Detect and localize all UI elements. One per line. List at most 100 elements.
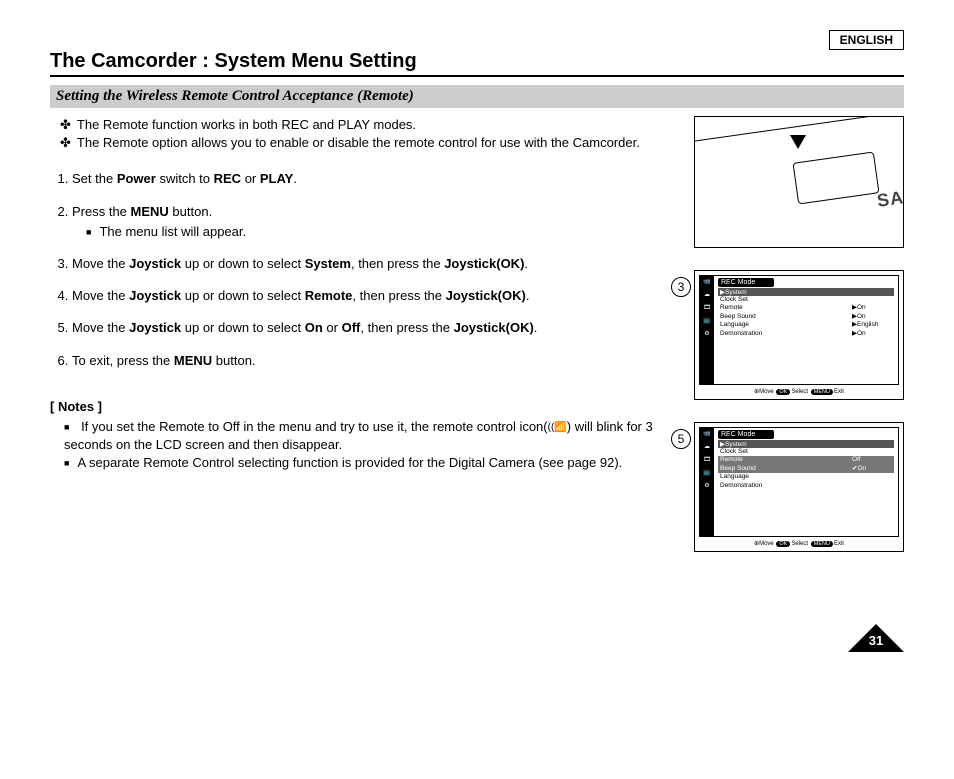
menu-icon-column: 📹 ☁ 🎞 📺 ⚙ [700, 428, 714, 536]
menu-content: REC Mode ▶System Clock Set Remote ▶On Bee… [714, 276, 898, 384]
intro-item: The Remote function works in both REC an… [60, 116, 674, 134]
gear-icon: ⚙ [704, 330, 709, 337]
menu-item: Demonstration ▶On [718, 330, 894, 338]
note-item: If you set the Remote to Off in the menu… [64, 418, 674, 454]
footer-exit: Exit [834, 541, 844, 547]
bold: System [305, 256, 351, 271]
section-title: Setting the Wireless Remote Control Acce… [50, 85, 904, 108]
menu-item: Clock Set [718, 296, 894, 304]
menu-value: ▶On [852, 330, 892, 338]
menu-label: Demonstration [720, 482, 762, 490]
step-5: Move the Joystick up or down to select O… [72, 319, 674, 337]
menu-label: Clock Set [720, 296, 748, 304]
footer-exit: Exit [834, 389, 844, 395]
menu-label: Beep Sound [720, 313, 756, 321]
text: Set the [72, 171, 117, 186]
menu-icon-column: 📹 ☁ 🎞 📺 ⚙ [700, 276, 714, 384]
text: , then press the [360, 320, 453, 335]
menu-label: Remote [720, 456, 743, 464]
text: up or down to select [181, 288, 305, 303]
text: Move the [72, 320, 129, 335]
film-icon: 🎞 [703, 304, 711, 311]
tv-icon: 📺 [703, 317, 710, 324]
step-4: Move the Joystick up or down to select R… [72, 287, 674, 305]
film-icon: 🎞 [703, 456, 711, 463]
bold: Off [342, 320, 361, 335]
menu-value: Off [852, 456, 892, 464]
step-3: Move the Joystick up or down to select S… [72, 255, 674, 273]
title-rule [50, 75, 904, 77]
menu-item-highlight: Remote Off [718, 456, 894, 464]
menu-selected-category: ▶System [718, 440, 894, 448]
menu-item: Language ▶English [718, 321, 894, 329]
menu-item: Demonstration [718, 482, 894, 490]
figures-column: 1 SAMS 3 📹 ☁ 🎞 📺 ⚙ REC Mode ▶System [694, 116, 904, 574]
menu-footer: ⊕Move OKSelect MENUExit [699, 385, 899, 395]
step-2: Press the MENU button. The menu list wil… [72, 203, 674, 241]
main-text-column: The Remote function works in both REC an… [50, 116, 674, 574]
bold: Joystick [129, 256, 181, 271]
bold: Remote [305, 288, 353, 303]
language-badge: ENGLISH [829, 30, 904, 50]
step-1: Set the Power switch to REC or PLAY. [72, 170, 674, 188]
menu-title: REC Mode [718, 278, 774, 287]
page-number-badge: 31 [848, 624, 904, 652]
footer-select: Select [791, 541, 808, 547]
bold: Joystick [129, 288, 181, 303]
step-6: To exit, press the MENU button. [72, 352, 674, 370]
text: or [323, 320, 342, 335]
footer-select: Select [791, 389, 808, 395]
text: up or down to select [181, 256, 305, 271]
notes-heading: [ Notes ] [50, 398, 674, 416]
menu-item-highlight: Beep Sound✔On [718, 465, 894, 473]
arrow-down-icon [790, 135, 806, 149]
figure-camcorder: 1 SAMS [694, 116, 904, 248]
bold: REC [214, 171, 241, 186]
step-badge-3: 3 [671, 277, 691, 297]
text: If you set the Remote to Off in the menu… [81, 419, 548, 434]
tv-icon: 📺 [703, 469, 710, 476]
steps-list: Set the Power switch to REC or PLAY. Pre… [50, 170, 674, 369]
menu-value: ▶On [852, 304, 892, 312]
menu-label: Language [720, 321, 749, 329]
bold: Power [117, 171, 156, 186]
menu-item: Language [718, 473, 894, 481]
text: Move the [72, 256, 129, 271]
substep: The menu list will appear. [86, 223, 674, 241]
ok-pill: OK [776, 389, 790, 395]
menu-value [852, 473, 892, 481]
text: . [534, 320, 538, 335]
menu-label: Clock Set [720, 448, 748, 456]
bold: On [305, 320, 323, 335]
menu-selected-category: ▶System [718, 288, 894, 296]
intro-list: The Remote function works in both REC an… [50, 116, 674, 152]
camera-icon: 📹 [703, 278, 710, 285]
text: To exit, press the [72, 353, 174, 368]
bold: PLAY [260, 171, 293, 186]
figure-menu-step5: 5 📹 ☁ 🎞 📺 ⚙ REC Mode ▶System Clock Set R… [694, 422, 904, 552]
intro-item: The Remote option allows you to enable o… [60, 134, 674, 152]
footer-move: Move [759, 541, 774, 547]
text: . [524, 256, 528, 271]
menu-footer: ⊕Move OKSelect MENUExit [699, 537, 899, 547]
text: Move the [72, 288, 129, 303]
figure-menu-step3: 3 📹 ☁ 🎞 📺 ⚙ REC Mode ▶System Clock Set R… [694, 270, 904, 400]
text: . [293, 171, 297, 186]
text: up or down to select [181, 320, 305, 335]
ok-pill: OK [776, 541, 790, 547]
text: , then press the [352, 288, 445, 303]
cloud-icon: ☁ [704, 443, 710, 450]
menu-title: REC Mode [718, 430, 774, 439]
menu-pill: MENU [811, 541, 833, 547]
page-title: The Camcorder : System Menu Setting [50, 50, 904, 73]
gear-icon: ⚙ [704, 482, 709, 489]
menu-label: Demonstration [720, 330, 762, 338]
text: . [526, 288, 530, 303]
text: or [241, 171, 260, 186]
menu-value: ▶English [852, 321, 892, 329]
bold: MENU [174, 353, 212, 368]
menu-label: Remote [720, 304, 743, 312]
menu-value [852, 482, 892, 490]
bold: Joystick(OK) [454, 320, 534, 335]
text: Press the [72, 204, 131, 219]
